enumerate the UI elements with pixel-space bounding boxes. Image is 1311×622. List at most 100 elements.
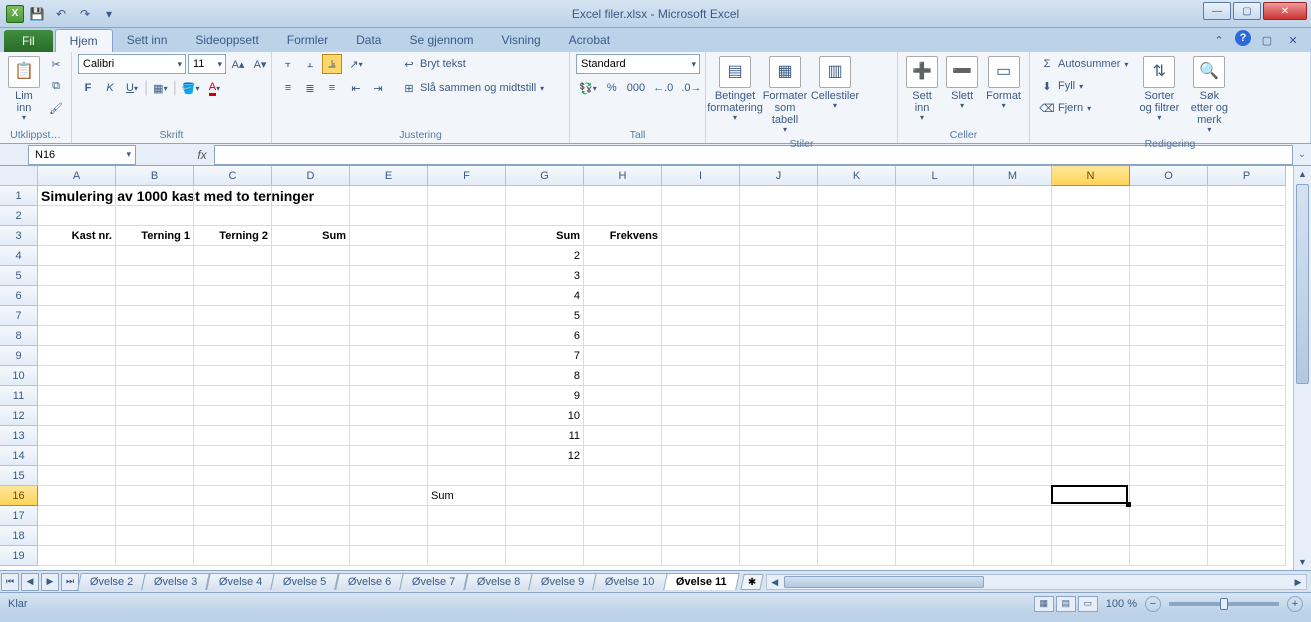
cell[interactable] [662,206,740,226]
cell[interactable] [818,406,896,426]
cell[interactable] [194,526,272,546]
copy-icon[interactable]: ⧉ [46,76,66,96]
cell[interactable] [974,426,1052,446]
cell[interactable] [194,266,272,286]
cell[interactable] [272,446,350,466]
cell[interactable] [116,286,194,306]
cell[interactable] [194,346,272,366]
cell-styles-button[interactable]: ▥Cellestiler [812,54,858,113]
cell[interactable] [896,266,974,286]
cell[interactable] [974,386,1052,406]
cell[interactable] [272,206,350,226]
cell[interactable] [818,466,896,486]
align-middle-icon[interactable]: ⫠ [300,54,320,74]
cell[interactable] [428,506,506,526]
cell[interactable] [1130,506,1208,526]
sheet-tab[interactable]: Øvelse 4 [206,573,275,590]
cell[interactable] [1130,406,1208,426]
cell[interactable] [1208,266,1286,286]
cell[interactable] [428,326,506,346]
row-header[interactable]: 7 [0,306,38,326]
cell[interactable] [740,486,818,506]
sheet-tab[interactable]: Øvelse 2 [77,573,146,590]
prev-sheet-button[interactable]: ◀ [21,573,39,591]
increase-indent-icon[interactable]: ⇥ [368,78,388,98]
sheet-tab[interactable]: Øvelse 10 [593,573,668,590]
cell[interactable] [38,366,116,386]
cell[interactable] [506,186,584,206]
cell[interactable] [428,426,506,446]
cell[interactable] [662,366,740,386]
cell[interactable] [272,326,350,346]
cell[interactable] [974,486,1052,506]
underline-button[interactable]: U [122,78,142,98]
sheet-tab[interactable]: Øvelse 11 [663,573,739,590]
paste-button[interactable]: 📋 Lim inn [6,54,42,125]
cell[interactable]: Frekvens [584,226,662,246]
cell[interactable] [38,286,116,306]
scroll-left-icon[interactable]: ◀ [767,575,783,591]
cell[interactable] [662,546,740,566]
cell[interactable] [350,326,428,346]
cell[interactable] [116,486,194,506]
cell[interactable] [506,486,584,506]
cell[interactable] [818,446,896,466]
cell[interactable] [740,326,818,346]
zoom-thumb[interactable] [1220,598,1228,610]
decrease-indent-icon[interactable]: ⇤ [346,78,366,98]
percent-format-icon[interactable]: % [602,78,622,98]
cell[interactable]: 5 [506,306,584,326]
cell[interactable] [584,506,662,526]
decrease-decimal-icon[interactable]: .0→ [678,78,704,98]
column-header[interactable]: C [194,166,272,186]
cell[interactable] [350,526,428,546]
cell[interactable] [272,266,350,286]
cell[interactable] [38,526,116,546]
cell[interactable] [584,426,662,446]
cell[interactable] [818,266,896,286]
cell[interactable] [1130,306,1208,326]
qat-customize-icon[interactable]: ▾ [98,3,120,25]
row-header[interactable]: 15 [0,466,38,486]
cell[interactable] [818,306,896,326]
cell[interactable] [896,306,974,326]
cell[interactable] [1052,446,1130,466]
cell[interactable] [974,226,1052,246]
cell[interactable] [896,466,974,486]
cell[interactable] [1052,486,1130,506]
cell[interactable] [974,206,1052,226]
row-header[interactable]: 2 [0,206,38,226]
cell[interactable] [974,286,1052,306]
column-header[interactable]: M [974,166,1052,186]
cell[interactable] [662,386,740,406]
cell[interactable] [896,446,974,466]
cell[interactable] [974,266,1052,286]
cell[interactable] [116,406,194,426]
cell[interactable] [662,326,740,346]
cell[interactable] [662,506,740,526]
row-header[interactable]: 13 [0,426,38,446]
cell[interactable] [38,246,116,266]
cell[interactable] [818,346,896,366]
increase-decimal-icon[interactable]: ←.0 [650,78,676,98]
cell[interactable] [1130,366,1208,386]
conditional-formatting-button[interactable]: ▤Betinget formatering [712,54,758,125]
cell[interactable] [818,206,896,226]
cell[interactable] [38,506,116,526]
format-painter-icon[interactable]: 🖌 [46,98,66,118]
cell[interactable] [350,246,428,266]
cell[interactable]: 11 [506,426,584,446]
cell[interactable] [194,486,272,506]
cell[interactable] [974,506,1052,526]
cell[interactable] [38,486,116,506]
cell[interactable] [1208,306,1286,326]
cell[interactable] [428,406,506,426]
cell[interactable] [740,186,818,206]
comma-format-icon[interactable]: 000 [624,78,648,98]
cell[interactable] [740,546,818,566]
cell[interactable] [350,226,428,246]
cell[interactable] [896,206,974,226]
cell[interactable] [896,506,974,526]
cell[interactable] [116,506,194,526]
cell[interactable] [974,526,1052,546]
